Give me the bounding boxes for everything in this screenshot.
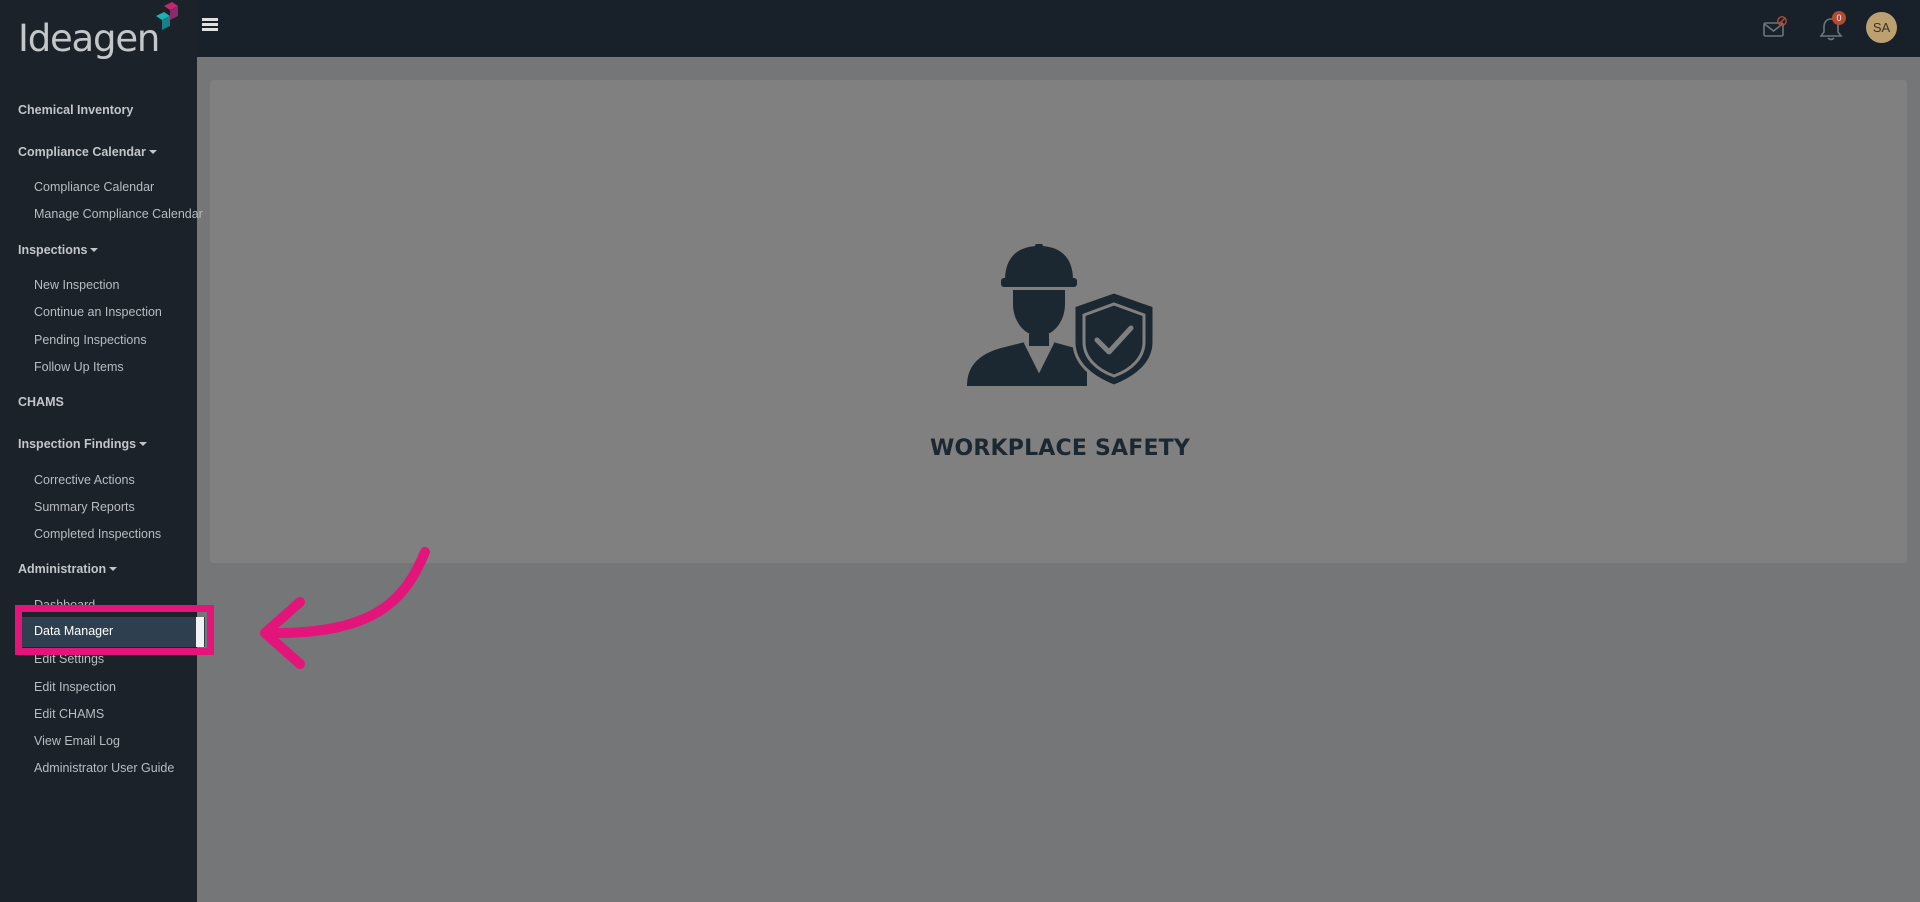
nav-item-continue-inspection[interactable]: Continue an Inspection bbox=[34, 305, 162, 319]
top-bar bbox=[197, 0, 1920, 57]
nav-group-chams[interactable]: CHAMS bbox=[18, 395, 64, 409]
nav-item-new-inspection[interactable]: New Inspection bbox=[34, 278, 119, 292]
nav-group-administration[interactable]: Administration bbox=[18, 562, 118, 576]
nav-item-corrective-actions[interactable]: Corrective Actions bbox=[34, 473, 135, 487]
nav-item-compliance-calendar[interactable]: Compliance Calendar bbox=[34, 180, 154, 194]
caret-down-icon bbox=[139, 442, 148, 446]
nav-group-inspections[interactable]: Inspections bbox=[18, 243, 99, 257]
nav-item-edit-chams[interactable]: Edit CHAMS bbox=[34, 707, 104, 721]
nav-item-edit-inspection[interactable]: Edit Inspection bbox=[34, 680, 116, 694]
nav-item-summary-reports[interactable]: Summary Reports bbox=[34, 500, 135, 514]
nav-item-completed-inspections[interactable]: Completed Inspections bbox=[34, 527, 161, 541]
nav-item-edit-settings[interactable]: Edit Settings bbox=[34, 652, 104, 666]
nav-item-pending-inspections[interactable]: Pending Inspections bbox=[34, 333, 147, 347]
caret-down-icon bbox=[90, 248, 99, 252]
mail-icon[interactable] bbox=[1762, 16, 1788, 40]
nav-group-chemical-inventory[interactable]: Chemical Inventory bbox=[18, 103, 133, 117]
nav-item-manage-compliance-calendar[interactable]: Manage Compliance Calendar bbox=[34, 207, 203, 221]
nav-group-compliance-calendar[interactable]: Compliance Calendar bbox=[18, 145, 157, 159]
nav-item-data-manager[interactable]: Data Manager bbox=[34, 624, 113, 638]
nav-item-view-email-log[interactable]: View Email Log bbox=[34, 734, 120, 748]
worker-shield-icon bbox=[967, 244, 1156, 387]
sidebar: Ideagen Chemical Inventory Compliance Ca… bbox=[0, 0, 203, 902]
active-indicator bbox=[196, 617, 204, 647]
nav-item-dashboard[interactable]: Dashboard bbox=[34, 598, 95, 612]
page-title: WORKPLACE SAFETY bbox=[929, 436, 1191, 461]
caret-down-icon bbox=[148, 150, 157, 154]
notification-count-badge: 0 bbox=[1832, 11, 1846, 25]
caret-down-icon bbox=[109, 567, 118, 571]
user-avatar[interactable]: SA bbox=[1866, 12, 1897, 43]
nav-item-administrator-user-guide[interactable]: Administrator User Guide bbox=[34, 761, 174, 775]
hamburger-menu-icon[interactable] bbox=[202, 18, 218, 32]
nav-item-follow-up-items[interactable]: Follow Up Items bbox=[34, 360, 124, 374]
ideagen-logo-mark-icon bbox=[156, 2, 178, 30]
nav-group-inspection-findings[interactable]: Inspection Findings bbox=[18, 437, 148, 451]
